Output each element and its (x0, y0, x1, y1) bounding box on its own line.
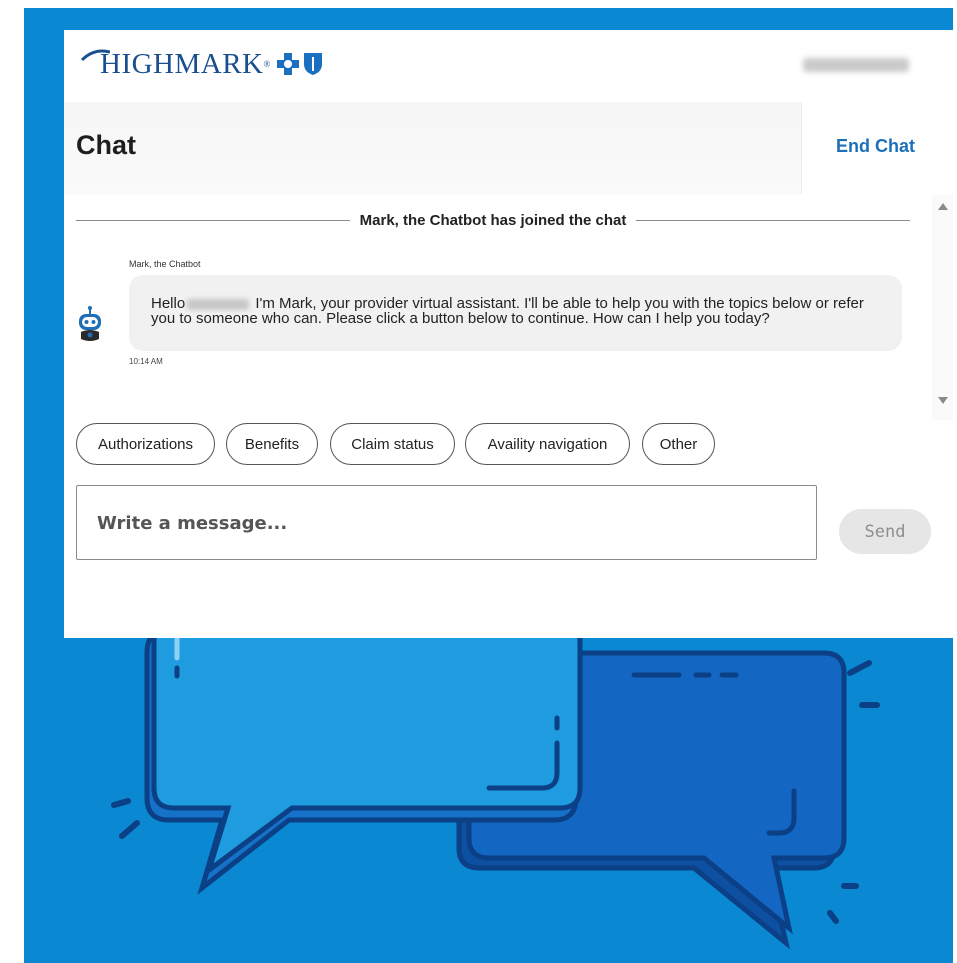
bot-message-bubble: Hello I'm Mark, your provider virtual as… (129, 275, 902, 351)
highmark-logo: HIGHMARK® (80, 44, 323, 84)
scroll-up-icon[interactable] (938, 203, 948, 210)
scroll-down-icon[interactable] (938, 397, 948, 404)
brand-name: HIGHMARK® (100, 48, 271, 80)
quick-reply-authorizations[interactable]: Authorizations (76, 423, 215, 465)
sender-name: Mark, the Chatbot (129, 259, 201, 269)
bot-message-text: Hello I'm Mark, your provider virtual as… (151, 295, 864, 327)
promo-background: HIGHMARK® Chat End Chat Mark, the Chatbo… (24, 8, 953, 963)
app-header: HIGHMARK® (64, 30, 953, 102)
send-button[interactable]: Send (839, 509, 931, 554)
robot-icon (79, 306, 101, 341)
message-input[interactable] (95, 508, 789, 538)
end-chat-button[interactable]: End Chat (836, 136, 915, 157)
divider-line (636, 219, 911, 221)
quick-reply-other[interactable]: Other (642, 423, 715, 465)
redacted-name (187, 298, 250, 310)
chat-titlebar: Chat End Chat (64, 102, 953, 194)
joined-notice: Mark, the Chatbot has joined the chat (359, 211, 627, 229)
joined-divider: Mark, the Chatbot has joined the chat (76, 210, 911, 230)
end-chat-area: End Chat (801, 102, 953, 194)
message-composer (76, 485, 817, 560)
quick-reply-availity-navigation[interactable]: Availity navigation (465, 423, 630, 465)
chat-window: HIGHMARK® Chat End Chat Mark, the Chatbo… (64, 30, 953, 638)
message-timestamp: 10:14 AM (129, 357, 163, 366)
message-list: Mark, the Chatbot has joined the chat Ma… (64, 194, 932, 420)
quick-reply-claim-status[interactable]: Claim status (330, 423, 455, 465)
quick-reply-benefits[interactable]: Benefits (226, 423, 318, 465)
divider-line (76, 219, 350, 221)
blue-cross-icon (276, 53, 299, 75)
page-title: Chat (76, 130, 136, 160)
logo-marks (276, 52, 323, 76)
user-name-redacted (803, 58, 909, 72)
message-scrollbar[interactable] (932, 194, 953, 420)
blue-shield-icon (303, 53, 322, 75)
